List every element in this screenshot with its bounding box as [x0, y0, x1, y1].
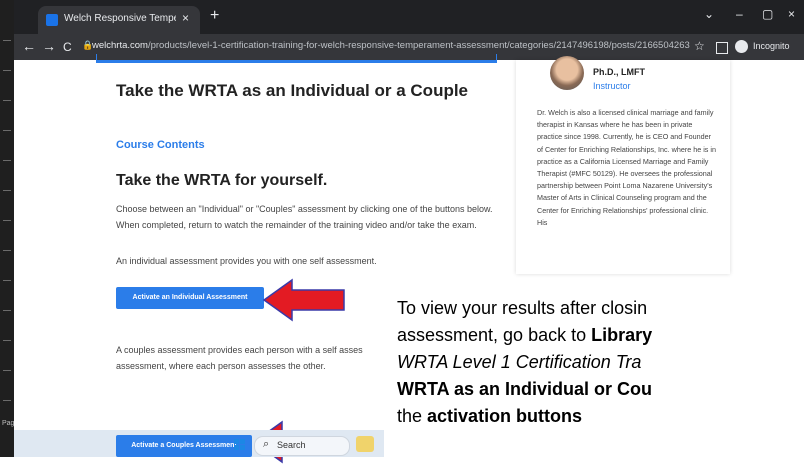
annotation-callout: To view your results after closin assess… — [397, 295, 804, 457]
ruler-label: Pag — [2, 420, 15, 427]
taskbar-search[interactable]: ⌕ Search — [254, 436, 350, 456]
back-arrow-icon[interactable]: ← — [22, 38, 36, 54]
search-icon: ⌕ — [263, 438, 270, 450]
arrow-left-icon — [262, 278, 345, 322]
annotation-line-5: the activation buttons — [397, 406, 583, 426]
annotation-line-1: To view your results after closin — [397, 298, 648, 318]
video-frame-edge-left — [96, 54, 97, 63]
instructor-avatar — [550, 56, 584, 90]
course-contents-link[interactable]: Course Contents — [116, 139, 205, 151]
taskbar-search-label: Search — [277, 440, 306, 450]
widgets-icon[interactable] — [356, 436, 374, 452]
section-title: Take the WRTA for yourself. — [116, 172, 328, 189]
annotation-line-3: WRTA Level 1 Certification Tra — [397, 352, 642, 372]
browser-tab-bar: Welch Responsive Temperament × + ⌄ – ▢ × — [14, 0, 804, 34]
bookmark-star-icon[interactable]: ☆ — [694, 39, 705, 53]
tab-close-icon[interactable]: × — [182, 11, 189, 25]
reload-icon[interactable]: C — [63, 40, 72, 54]
side-panel-icon[interactable] — [716, 42, 728, 54]
instructor-name: Ph.D., LMFT — [593, 67, 645, 77]
close-window-button[interactable]: × — [788, 7, 795, 21]
annotation-line-4: WRTA as an Individual or Cou — [397, 379, 653, 399]
maximize-button[interactable]: ▢ — [762, 7, 773, 21]
instructor-bio: Dr. Welch is also a licensed clinical ma… — [537, 108, 716, 227]
couples-description: A couples assessment provides each perso… — [116, 342, 370, 374]
incognito-label: Incognito — [753, 41, 790, 51]
site-favicon-icon — [46, 14, 58, 26]
minimize-button[interactable]: – — [736, 7, 743, 21]
activate-individual-button[interactable]: Activate an Individual Assessment — [116, 287, 264, 309]
couples-description-line2: assessment, where each person assesses t… — [116, 361, 326, 371]
individual-description: An individual assessment provides you wi… — [116, 256, 377, 266]
document-ruler — [0, 0, 14, 457]
video-frame-edge-right — [496, 54, 497, 63]
annotation-line-2: assessment, go back to Library — [397, 325, 653, 345]
tab-title: Welch Responsive Temperament — [64, 13, 176, 24]
address-bar[interactable]: welchrta.com/products/level-1-certificat… — [92, 40, 690, 51]
windows-start-icon[interactable] — [234, 439, 246, 451]
instructions-text: Choose between an "Individual" or "Coupl… — [116, 204, 493, 230]
incognito-icon — [735, 40, 748, 53]
browser-tab[interactable]: Welch Responsive Temperament × — [38, 6, 200, 34]
page-title: Take the WRTA as an Individual or a Coup… — [116, 81, 469, 100]
new-tab-button[interactable]: + — [210, 7, 219, 25]
activate-couples-button[interactable]: Activate a Couples Assessment — [116, 435, 252, 457]
forward-arrow-icon[interactable]: → — [42, 38, 56, 54]
instructor-role: Instructor — [593, 81, 631, 91]
tab-search-icon[interactable]: ⌄ — [704, 7, 714, 21]
couples-description-line1: A couples assessment provides each perso… — [116, 345, 363, 355]
video-frame-edge — [96, 60, 496, 63]
